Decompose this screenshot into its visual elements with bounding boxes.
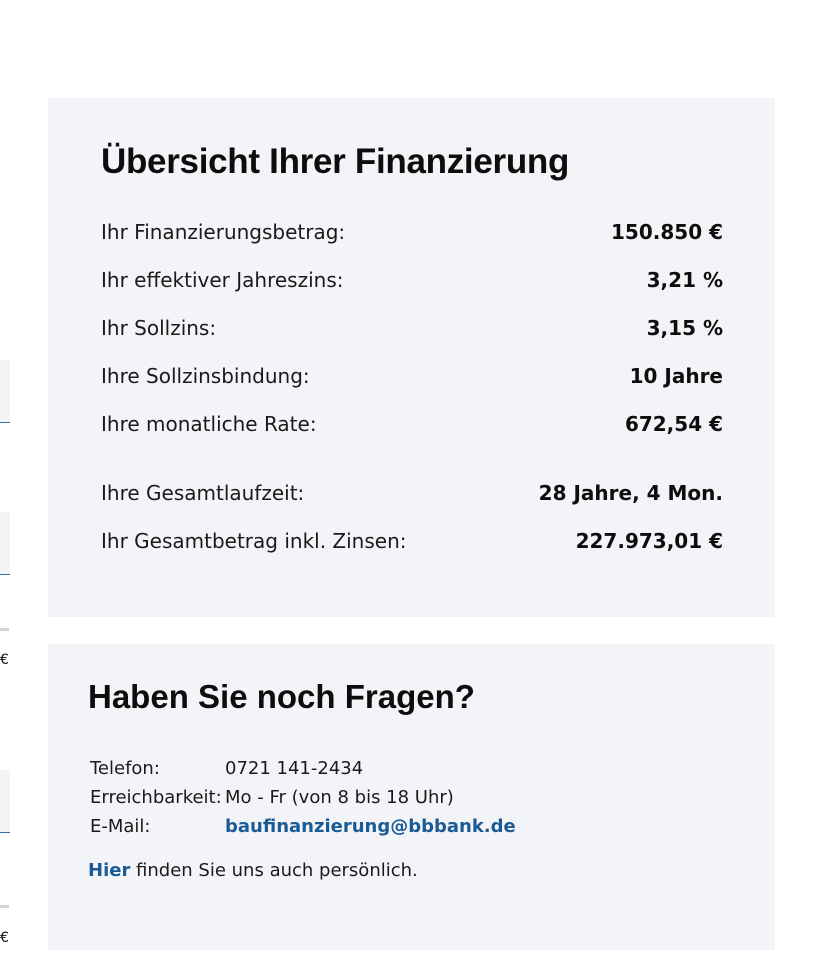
row-value: 28 Jahre, 4 Mon. — [538, 481, 723, 505]
find-us-label: finden Sie uns auch persönlich. — [130, 860, 418, 881]
financing-overview-card: Übersicht Ihrer Finanzierung Ihr Finanzi… — [48, 98, 775, 617]
row-label: Ihr effektiver Jahreszins: — [101, 268, 344, 292]
row-label: Ihre Sollzinsbindung: — [101, 364, 310, 388]
left-input-field[interactable] — [0, 770, 10, 833]
left-divider — [0, 905, 9, 908]
find-us-link[interactable]: Hier — [88, 860, 130, 881]
row-label: Ihr Sollzins: — [101, 316, 217, 340]
row-label: Ihre Gesamtlaufzeit: — [101, 481, 305, 505]
phone-value[interactable]: 0721 141-2434 — [225, 754, 363, 783]
hours-value: Mo - Fr (von 8 bis 18 Uhr) — [225, 787, 454, 808]
row-value: 3,21 % — [646, 268, 723, 292]
left-euro-symbol: € — [0, 930, 9, 946]
row-label: Ihr Gesamtbetrag inkl. Zinsen: — [101, 529, 407, 553]
overview-row-debit-rate: Ihr Sollzins: 3,15 % — [101, 313, 723, 343]
left-input-field[interactable] — [0, 360, 10, 423]
overview-row-total-duration: Ihre Gesamtlaufzeit: 28 Jahre, 4 Mon. — [101, 478, 723, 508]
overview-title: Übersicht Ihrer Finanzierung — [101, 142, 570, 181]
overview-row-fixed-period: Ihre Sollzinsbindung: 10 Jahre — [101, 361, 723, 391]
contact-phone-row: Telefon: 0721 141-2434 — [90, 754, 516, 783]
email-label: E-Mail: — [90, 816, 151, 837]
left-column-remnant: € € — [0, 0, 12, 955]
overview-row-effective-rate: Ihr effektiver Jahreszins: 3,21 % — [101, 265, 723, 295]
left-divider — [0, 628, 9, 631]
contact-card: Haben Sie noch Fragen? Telefon: 0721 141… — [48, 644, 775, 950]
left-euro-symbol: € — [0, 652, 9, 668]
row-label: Ihre monatliche Rate: — [101, 412, 317, 436]
email-link[interactable]: baufinanzierung@bbbank.de — [225, 812, 516, 841]
row-value: 10 Jahre — [629, 364, 723, 388]
row-value: 672,54 € — [624, 412, 723, 436]
overview-row-total-amount: Ihr Gesamtbetrag inkl. Zinsen: 227.973,0… — [101, 526, 723, 556]
left-input-field[interactable] — [0, 512, 10, 575]
contact-hours-row: Erreichbarkeit: Mo - Fr (von 8 bis 18 Uh… — [90, 783, 516, 812]
row-value: 150.850 € — [611, 220, 723, 244]
phone-label: Telefon: — [90, 758, 160, 779]
contact-email-row: E-Mail: baufinanzierung@bbbank.de — [90, 812, 516, 841]
row-value: 3,15 % — [646, 316, 723, 340]
contact-details: Telefon: 0721 141-2434 Erreichbarkeit: M… — [90, 754, 516, 841]
row-value: 227.973,01 € — [575, 529, 723, 553]
contact-title: Haben Sie noch Fragen? — [88, 678, 475, 715]
row-label: Ihr Finanzierungsbetrag: — [101, 220, 346, 244]
overview-row-amount: Ihr Finanzierungsbetrag: 150.850 € — [101, 217, 723, 247]
find-us-text: Hier finden Sie uns auch persönlich. — [88, 860, 418, 881]
hours-label: Erreichbarkeit: — [90, 787, 222, 808]
overview-row-monthly-rate: Ihre monatliche Rate: 672,54 € — [101, 409, 723, 439]
